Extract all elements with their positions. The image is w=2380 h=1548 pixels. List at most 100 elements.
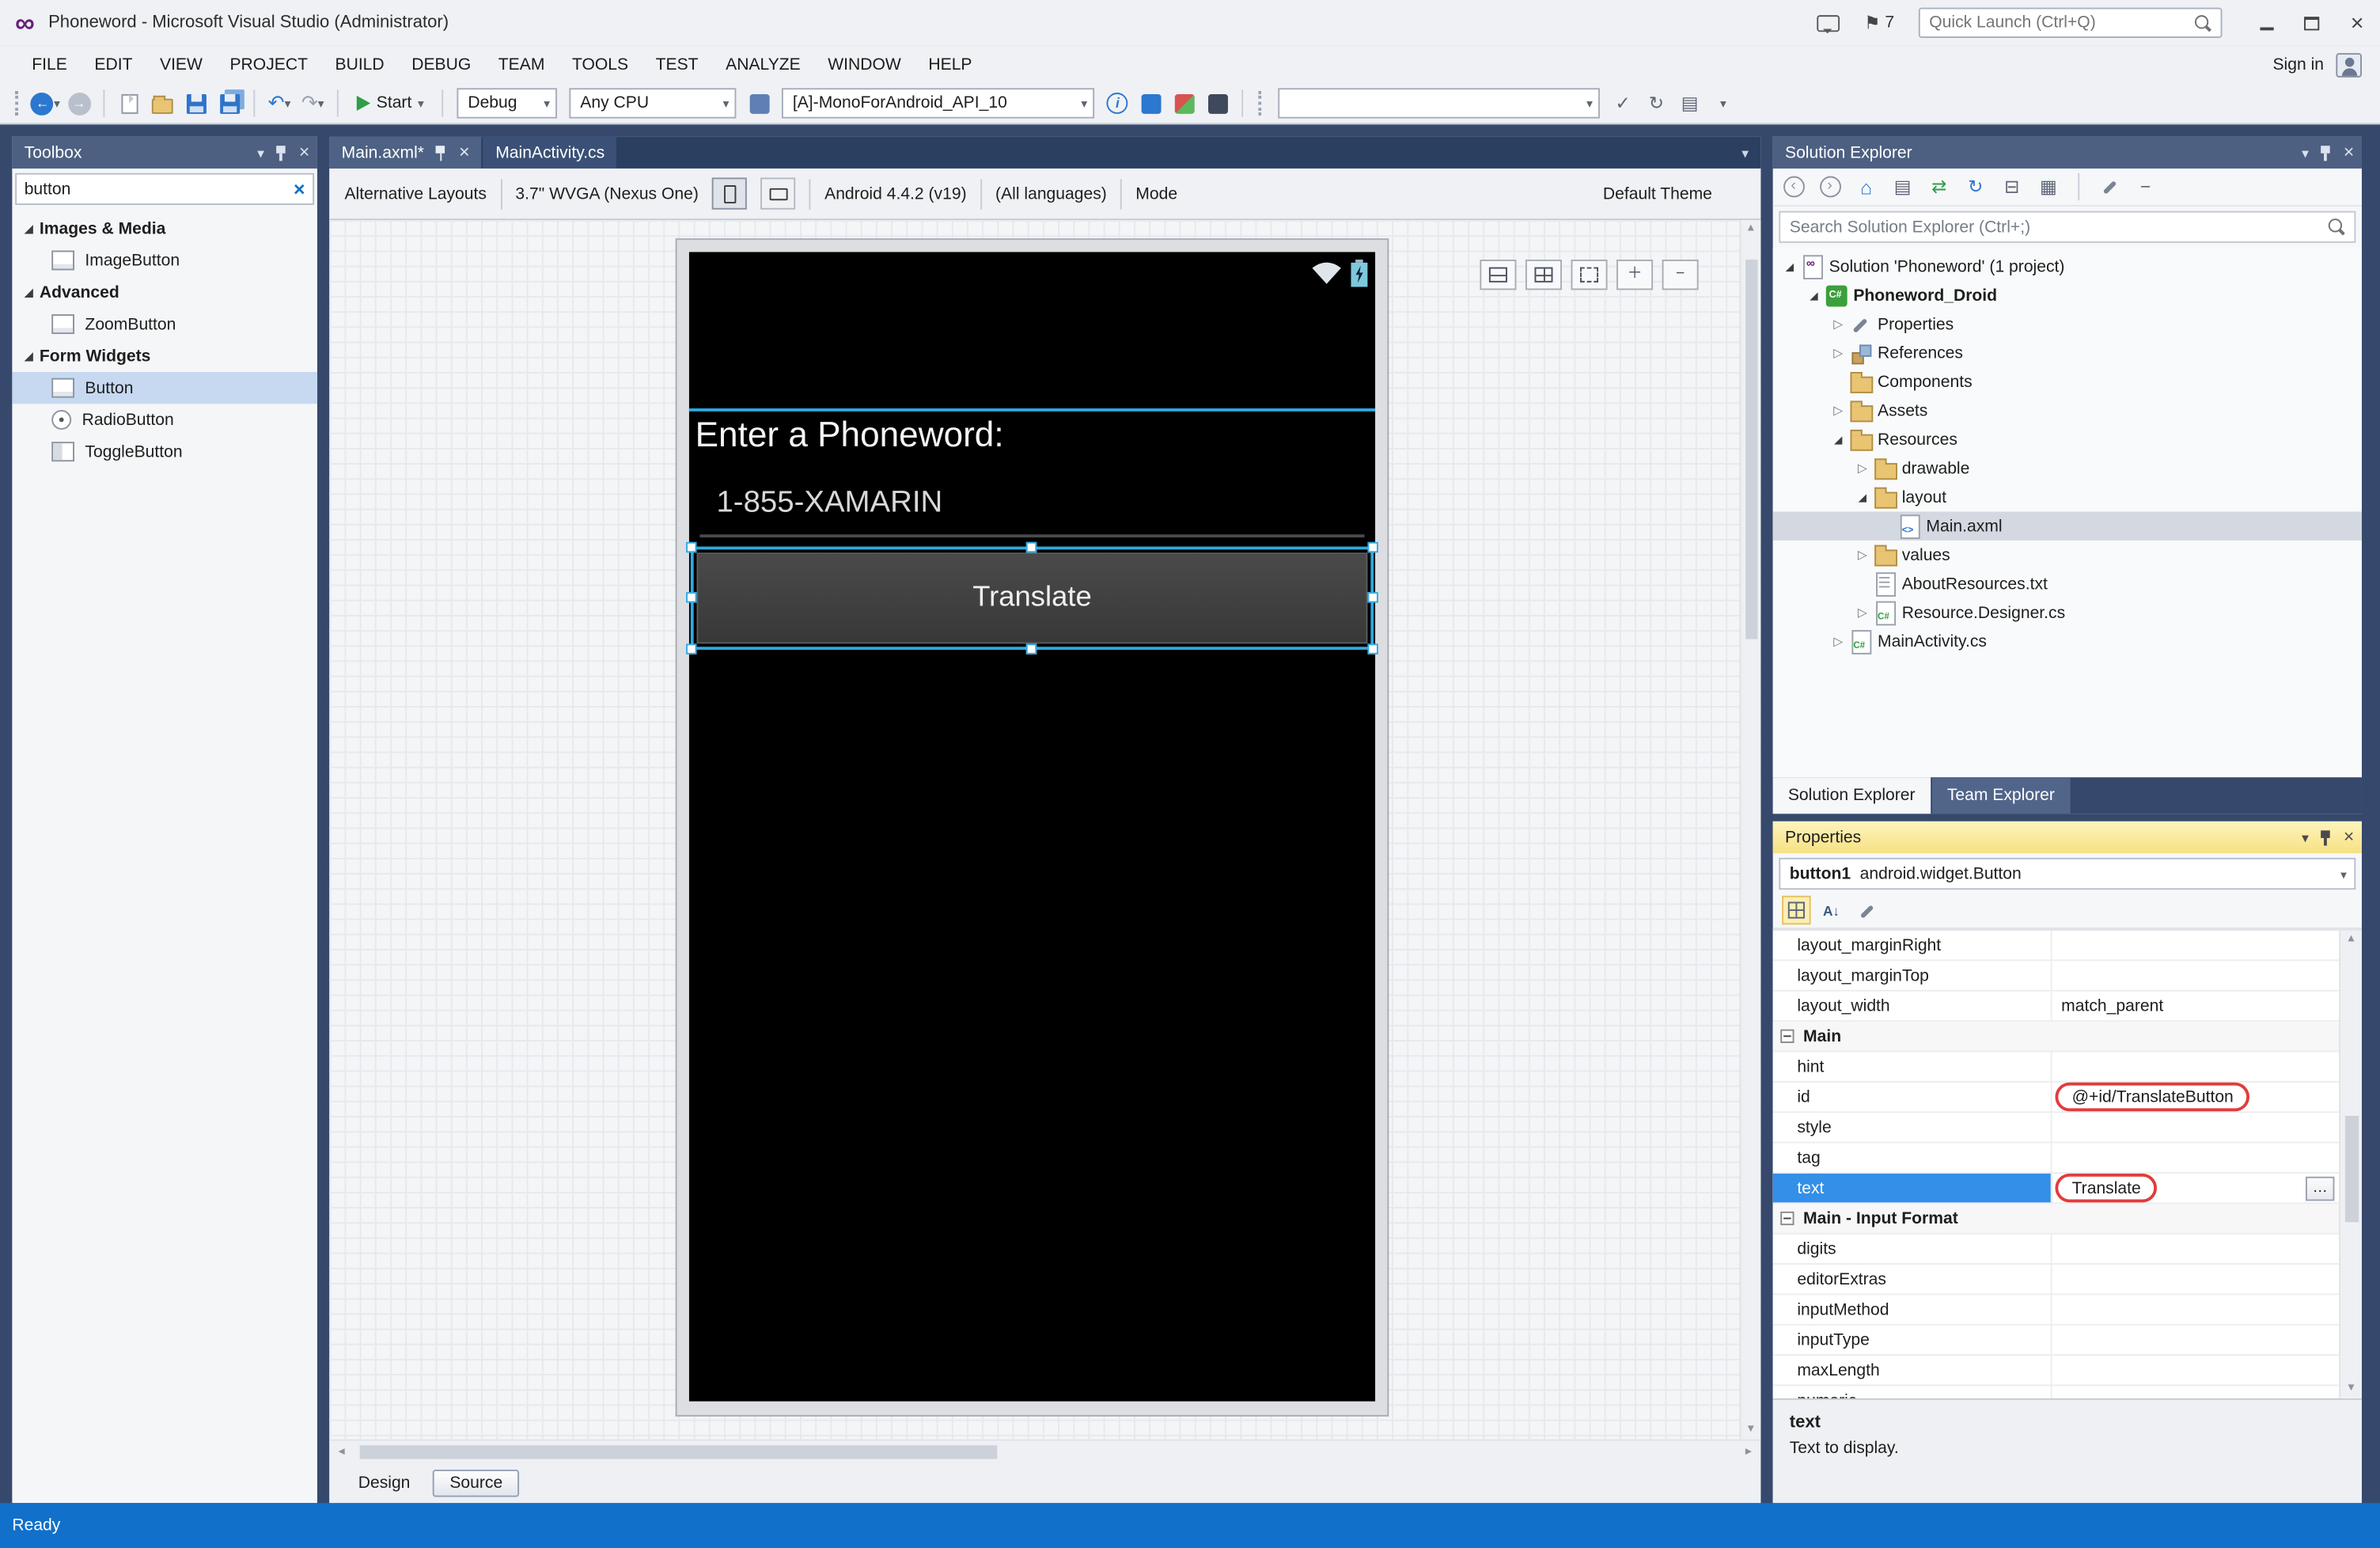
property-row-inputmethod[interactable]: inputMethod [1773,1295,2340,1325]
collapse-all-icon[interactable] [1999,174,2025,200]
tree-item-properties[interactable]: Properties [1773,309,2362,338]
menu-test[interactable]: TEST [642,49,711,79]
scrollbar-thumb[interactable] [2344,1116,2358,1222]
property-value[interactable] [2052,1265,2340,1293]
sdk-manager-button[interactable] [1169,88,1199,118]
device-screen[interactable]: Enter a Phoneword: 1-855-XAMARIN Transla… [689,252,1375,1401]
menu-help[interactable]: HELP [915,49,986,79]
start-debug-button[interactable]: Start [347,91,433,116]
property-value[interactable] [2052,1113,2340,1141]
toolbox-search-input[interactable]: button [15,173,314,205]
scrollbar-thumb[interactable] [360,1444,998,1458]
pin-icon[interactable] [275,145,288,160]
property-value[interactable] [2052,1295,2340,1323]
properties-header[interactable]: Properties [1773,821,2362,853]
property-name[interactable]: hint [1773,1052,2052,1080]
property-row-inputtype[interactable]: inputType [1773,1326,2340,1356]
property-name[interactable]: id [1773,1083,2052,1111]
toolbox-item-imagebutton[interactable]: ImageButton [12,245,317,276]
zoom-out-button[interactable]: − [1662,260,1699,290]
zoom-in-button[interactable]: ＋ [1616,260,1653,290]
scroll-up-icon[interactable]: ▲ [1745,220,1756,238]
navigate-forward-button[interactable] [64,88,94,118]
property-value[interactable]: match_parent [2052,992,2340,1020]
feedback-icon[interactable] [1817,14,1840,31]
selection-bounds-button[interactable] [1571,260,1608,290]
collapse-category-icon[interactable] [1780,1212,1794,1225]
property-value[interactable]: Translate [2052,1174,2340,1202]
collapse-category-icon[interactable] [1780,1030,1794,1043]
translate-button-widget[interactable]: Translate [697,552,1368,643]
property-name[interactable]: style [1773,1113,2052,1141]
property-row-id[interactable]: id @+id/TranslateButton [1773,1083,2340,1113]
property-row-layout-marginright[interactable]: layout_marginRight [1773,931,2340,961]
property-name[interactable]: maxLength [1773,1356,2052,1384]
toolbar-grip[interactable] [1259,91,1265,116]
undo-button[interactable] [264,88,294,118]
user-avatar-icon[interactable] [2336,52,2362,77]
property-row-text[interactable]: text Translate [1773,1174,2340,1204]
expander-icon[interactable] [1803,287,1825,304]
expander-icon[interactable] [1779,258,1800,275]
property-row-layout-margintop[interactable]: layout_marginTop [1773,961,2340,991]
tree-item-values[interactable]: values [1773,541,2362,569]
resize-handle[interactable] [1367,643,1378,654]
scroll-up-icon[interactable]: ▲ [2346,931,2356,949]
vertical-scrollbar[interactable]: ▲ ▼ [2339,931,2362,1398]
tree-item-assets[interactable]: Assets [1773,396,2362,425]
toolbox-group-images-media[interactable]: Images & Media [12,213,317,245]
pin-icon[interactable] [2319,145,2333,160]
close-icon[interactable] [299,142,309,162]
refresh-icon[interactable] [1962,174,1988,200]
category-name[interactable]: Main - Input Format [1773,1204,2340,1232]
open-file-button[interactable] [147,88,177,118]
device-log-button[interactable] [1203,88,1233,118]
refresh-button[interactable]: ↻ [1641,88,1671,118]
close-icon[interactable] [459,142,469,162]
menu-team[interactable]: TEAM [485,49,559,79]
property-row-digits[interactable]: digits [1773,1235,2340,1265]
expander-icon[interactable] [18,220,40,237]
resize-handle[interactable] [686,592,696,602]
window-position-icon[interactable] [2302,828,2309,846]
tree-item-components[interactable]: Components [1773,367,2362,396]
close-button[interactable] [2334,0,2380,46]
window-position-icon[interactable] [257,143,264,161]
device-target-dropdown[interactable]: [A]-MonoForAndroid_API_10 [782,88,1094,118]
property-row-maxlength[interactable]: maxLength [1773,1356,2340,1386]
team-explorer-tab[interactable]: Team Explorer [1932,777,2070,814]
close-icon[interactable] [2344,828,2354,848]
property-name[interactable]: text [1773,1174,2052,1202]
tree-item-main-axml[interactable]: Main.axml [1773,511,2362,540]
menu-view[interactable]: VIEW [146,49,216,79]
grid-view-button[interactable] [1525,260,1562,290]
scroll-right-icon[interactable]: ► [1737,1446,1761,1456]
expander-icon[interactable] [1851,460,1873,476]
save-button[interactable] [180,88,210,118]
property-value[interactable] [2052,1144,2340,1172]
scroll-left-icon[interactable]: ◄ [329,1446,354,1456]
property-pages-button[interactable] [1851,896,1880,924]
property-name[interactable]: editorExtras [1773,1265,2052,1293]
resize-handle[interactable] [1367,592,1378,602]
toolbox-item-radiobutton[interactable]: RadioButton [12,404,317,435]
property-row-numeric[interactable]: numeric [1773,1386,2340,1398]
property-row-editorextras[interactable]: editorExtras [1773,1265,2340,1295]
property-value[interactable] [2052,961,2340,989]
tree-item-resource-designer[interactable]: Resource.Designer.cs [1773,598,2362,627]
info-button[interactable] [1102,88,1132,118]
forward-button[interactable]: › [1817,174,1843,200]
expander-icon[interactable] [18,347,40,364]
split-view-button[interactable] [1480,260,1516,290]
textview-enter-phoneword[interactable]: Enter a Phoneword: [695,415,1004,456]
find-combo[interactable] [1279,88,1601,118]
tree-item-drawable[interactable]: drawable [1773,454,2362,483]
quick-launch-input[interactable]: Quick Launch (Ctrl+Q) [1919,8,2223,38]
property-row-hint[interactable]: hint [1773,1052,2340,1082]
property-row-tag[interactable]: tag [1773,1144,2340,1174]
configuration-dropdown[interactable]: Debug [457,88,558,118]
menu-build[interactable]: BUILD [321,49,398,79]
pin-icon[interactable] [2319,829,2333,844]
options-button[interactable] [1708,88,1738,118]
property-name[interactable]: layout_marginRight [1773,931,2052,959]
